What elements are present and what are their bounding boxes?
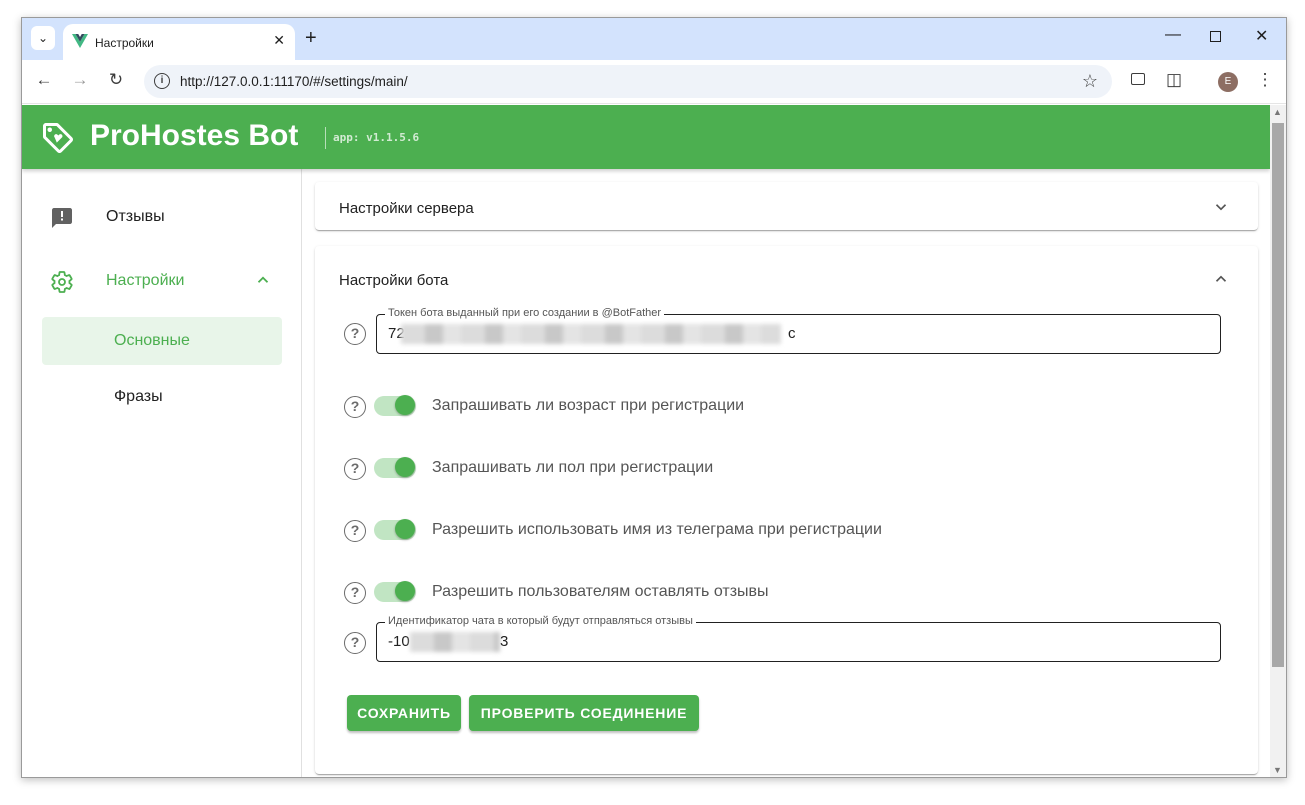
- sidebar-item-label: Отзывы: [106, 208, 165, 225]
- app-header: ProHostes Bot app: v1.1.5.6: [22, 105, 1270, 169]
- bot-token-field[interactable]: Токен бота выданный при его создании в @…: [376, 307, 1221, 354]
- sidebar-item-reviews[interactable]: Отзывы: [22, 193, 302, 241]
- forward-icon[interactable]: →: [68, 70, 92, 90]
- address-url[interactable]: http://127.0.0.1:11170/#/settings/main/: [180, 74, 408, 89]
- review-chat-id-value-end: 3: [500, 633, 509, 650]
- bot-settings-panel: Настройки бота ? Токен бота выданный при…: [315, 246, 1258, 774]
- tab-title: Настройки: [95, 36, 154, 50]
- browser-window: ⌄ Настройки ✕ + — ✕ ← → ↻ i http://127.0…: [21, 17, 1287, 778]
- help-icon[interactable]: ?: [344, 632, 366, 654]
- address-bar[interactable]: i http://127.0.0.1:11170/#/settings/main…: [144, 65, 1112, 98]
- help-icon[interactable]: ?: [344, 458, 366, 480]
- server-settings-panel[interactable]: Настройки сервера: [315, 182, 1258, 230]
- bookmark-star-icon[interactable]: ☆: [1082, 71, 1098, 92]
- switch-thumb: [395, 395, 415, 415]
- app-title: ProHostes Bot: [90, 119, 299, 152]
- sidebar-item-label: Настройки: [106, 272, 185, 289]
- page-scrollbar[interactable]: ▲ ▼: [1270, 105, 1286, 777]
- browser-menu-icon[interactable]: ⋮: [1253, 70, 1277, 90]
- save-button[interactable]: СОХРАНИТЬ: [347, 695, 461, 731]
- tab-search-icon[interactable]: ⌄: [31, 26, 55, 50]
- sidebar-subitem-main[interactable]: Основные: [42, 317, 282, 365]
- minimize-icon[interactable]: —: [1165, 26, 1181, 44]
- switch-thumb: [395, 457, 415, 477]
- maximize-icon[interactable]: [1210, 25, 1221, 42]
- switch-thumb: [395, 581, 415, 601]
- gear-icon: [51, 271, 73, 293]
- site-info-icon[interactable]: i: [154, 73, 170, 89]
- ask-gender-label: Запрашивать ли пол при регистрации: [432, 459, 714, 476]
- help-icon[interactable]: ?: [344, 582, 366, 604]
- review-chat-id-value-start: -10: [388, 633, 410, 650]
- check-connection-button[interactable]: ПРОВЕРИТЬ СОЕДИНЕНИЕ: [469, 695, 699, 731]
- bot-token-label: Токен бота выданный при его создании в @…: [385, 307, 665, 319]
- sidebar-item-settings[interactable]: Настройки: [22, 257, 302, 305]
- help-icon[interactable]: ?: [344, 396, 366, 418]
- sidebar-subitem-phrases[interactable]: Фразы: [42, 373, 282, 421]
- close-window-icon[interactable]: ✕: [1255, 26, 1268, 46]
- browser-toolbar: ← → ↻ i http://127.0.0.1:11170/#/setting…: [22, 60, 1286, 104]
- app-root: ProHostes Bot app: v1.1.5.6 Отзывы Настр…: [22, 105, 1270, 777]
- redacted-token: [401, 324, 781, 344]
- tag-heart-icon: [43, 123, 73, 153]
- app-version: app: v1.1.5.6: [333, 131, 420, 144]
- chevron-up-icon[interactable]: [1212, 270, 1230, 288]
- sidebar-subitem-label: Основные: [114, 332, 190, 349]
- vue-logo-icon: [72, 34, 88, 48]
- allow-reviews-label: Разрешить пользователям оставлять отзывы: [432, 583, 769, 600]
- use-telegram-name-toggle[interactable]: [374, 518, 416, 540]
- help-icon[interactable]: ?: [344, 323, 366, 345]
- help-icon[interactable]: ?: [344, 520, 366, 542]
- browser-tab[interactable]: Настройки ✕: [63, 24, 295, 60]
- use-telegram-name-label: Разрешить использовать имя из телеграма …: [432, 521, 882, 538]
- main-content: Настройки сервера Настройки бота ? Токен…: [303, 169, 1270, 777]
- sidebar-subitem-label: Фразы: [114, 388, 163, 405]
- reload-icon[interactable]: ↻: [104, 70, 128, 90]
- chevron-up-icon: [257, 276, 269, 283]
- allow-reviews-toggle[interactable]: [374, 580, 416, 602]
- profile-avatar[interactable]: E: [1218, 72, 1238, 92]
- title-divider: [325, 127, 326, 149]
- switch-thumb: [395, 519, 415, 539]
- message-alert-icon: [52, 208, 72, 228]
- scroll-down-icon[interactable]: ▼: [1273, 765, 1282, 775]
- ask-age-label: Запрашивать ли возраст при регистрации: [432, 397, 745, 414]
- chevron-down-icon[interactable]: [1212, 198, 1230, 216]
- scroll-up-icon[interactable]: ▲: [1273, 107, 1282, 117]
- ask-gender-toggle[interactable]: [374, 456, 416, 478]
- scrollbar-thumb[interactable]: [1272, 123, 1284, 667]
- review-chat-id-label: Идентификатор чата в который будут отпра…: [385, 615, 696, 627]
- bot-token-value-end: c: [788, 325, 796, 342]
- panel-title: Настройки бота: [339, 272, 449, 289]
- redacted-chat-id: [410, 632, 500, 652]
- screen-capture-icon[interactable]: [1126, 70, 1150, 85]
- panel-title: Настройки сервера: [339, 200, 474, 217]
- sidebar: Отзывы Настройки Основные Фразы: [22, 169, 302, 777]
- ask-age-toggle[interactable]: [374, 394, 416, 416]
- new-tab-icon[interactable]: +: [305, 26, 317, 50]
- review-chat-id-field[interactable]: Идентификатор чата в который будут отпра…: [376, 615, 1221, 662]
- extensions-icon[interactable]: ◫: [1162, 70, 1186, 90]
- back-icon[interactable]: ←: [32, 70, 56, 90]
- tab-close-icon[interactable]: ✕: [273, 32, 285, 49]
- tab-strip: ⌄ Настройки ✕ + — ✕: [22, 18, 1286, 60]
